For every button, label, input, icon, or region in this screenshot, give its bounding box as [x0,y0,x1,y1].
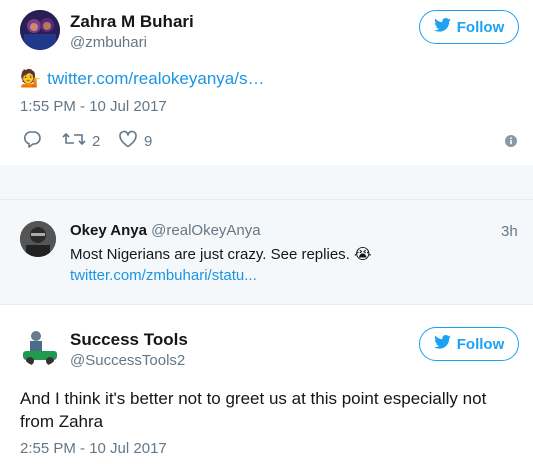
retweet-count: 2 [92,132,101,150]
like-action[interactable]: 9 [118,130,152,152]
follow-label: Follow [456,18,505,36]
divider [0,199,533,200]
quoted-header: Okey Anya @realOkeyAnya [70,222,261,239]
quoted-link[interactable]: twitter.com/zmbuhari/statu... [70,267,257,284]
reply-action[interactable] [22,130,42,152]
tweet-body: 💁 twitter.com/realokeyanya/s… [20,69,264,89]
twitter-bird-icon [433,18,451,36]
crying-face-emoji: 😭 [354,246,372,263]
tweet-text: And I think it's better not to greet us … [20,389,487,431]
display-name[interactable]: Zahra M Buhari [70,12,194,32]
tweet-timestamp[interactable]: 2:55 PM - 10 Jul 2017 [20,440,167,457]
display-name[interactable]: Success Tools [70,330,188,350]
username[interactable]: @SuccessTools2 [70,352,185,369]
follow-label: Follow [456,335,505,353]
follow-button[interactable]: Follow [419,327,519,361]
tweet-timestamp[interactable]: 1:55 PM - 10 Jul 2017 [20,98,167,115]
thread-gap [0,165,533,199]
reply-icon [22,130,42,152]
tweet-link[interactable]: twitter.com/realokeyanya/s… [47,69,264,89]
avatar-successtools[interactable] [20,327,60,367]
avatar-zahra[interactable] [20,10,60,50]
info-icon[interactable] [505,134,517,152]
retweet-action[interactable]: 2 [62,130,100,152]
follow-button[interactable]: Follow [419,10,519,44]
divider [0,304,533,305]
quoted-age[interactable]: 3h [501,223,518,240]
heart-icon [118,130,138,152]
quoted-username[interactable]: @realOkeyAnya [151,222,260,239]
username[interactable]: @zmbuhari [70,34,147,51]
retweet-icon [62,130,86,152]
like-count: 9 [144,132,153,150]
quoted-text: Most Nigerians are just crazy. See repli… [70,246,350,263]
person-tipping-hand-emoji: 💁 [20,69,42,88]
avatar-okey[interactable] [20,221,56,257]
twitter-bird-icon [433,335,451,353]
quoted-text-line: Most Nigerians are just crazy. See repli… [70,245,372,263]
quoted-display-name[interactable]: Okey Anya [70,222,147,239]
